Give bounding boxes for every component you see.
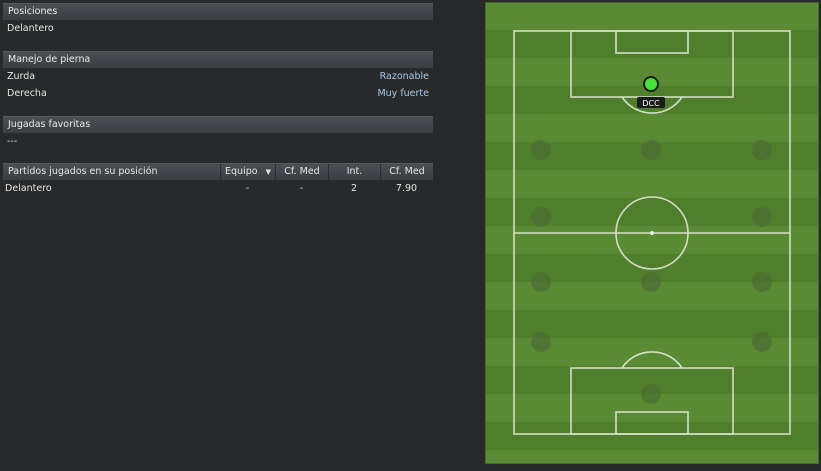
col-team-header[interactable]: Equipo ▼ [220,164,275,180]
cell-position: Delantero [5,183,52,194]
pitch: DCC [485,2,819,464]
sort-down-icon[interactable]: ▼ [266,164,271,180]
favorite-moves-header: Jugadas favoritas [3,116,433,133]
cell-avg-rating: - [299,183,304,194]
right-foot-value: Muy fuerte [377,88,429,99]
positions-row: Delantero [3,20,433,37]
top-six-yard-box [615,30,689,54]
left-foot-label: Zurda [7,71,36,82]
footedness-row-left: Zurda Razonable [3,68,433,85]
col-position-header[interactable]: Partidos jugados en su posición [3,164,220,180]
position-value: Delantero [7,23,54,34]
footedness-panel: Manejo de pierna Zurda Razonable Derecha… [3,51,433,102]
matches-table: Partidos jugados en su posición Equipo ▼… [3,163,433,197]
cell-avg-rating2: 7.90 [395,183,418,194]
positions-panel: Posiciones Delantero [3,3,433,37]
center-spot [650,231,654,235]
cell-apps: 2 [350,183,358,194]
bottom-six-yard-box [615,411,689,435]
col-team-label: Equipo [225,166,258,177]
col-apps-header[interactable]: Int. [328,164,380,180]
col-avg-rating-header[interactable]: Cf. Med [275,164,328,180]
matches-table-header: Partidos jugados en su posición Equipo ▼… [3,163,433,180]
positions-header: Posiciones [3,3,433,20]
player-position-label: DCC [642,99,660,108]
right-foot-label: Derecha [7,88,47,99]
col-avg-rating2-header[interactable]: Cf. Med [380,164,433,180]
table-row[interactable]: Delantero - - 2 7.90 [3,180,433,197]
cell-team: - [245,183,250,194]
left-foot-value: Razonable [379,71,429,82]
favorite-moves-panel: Jugadas favoritas --- [3,116,433,150]
player-marker[interactable]: DCC [637,76,665,108]
footedness-row-right: Derecha Muy fuerte [3,85,433,102]
footedness-header: Manejo de pierna [3,51,433,68]
player-position-icon [645,78,657,90]
bottom-penalty-arc [621,351,683,369]
favorite-moves-row: --- [3,133,433,150]
pitch-lines: DCC [513,30,791,435]
empty-position-markers [531,140,772,404]
favorite-moves-value: --- [7,136,18,147]
